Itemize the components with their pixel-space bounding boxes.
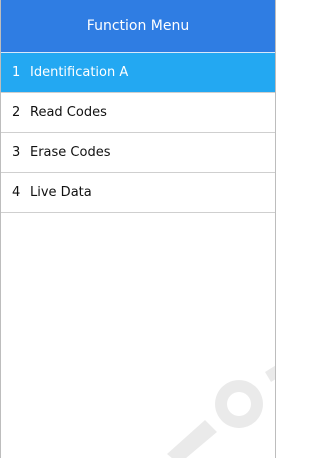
watermark-graphic — [167, 365, 275, 458]
menu-item-number: 2 — [12, 105, 21, 120]
function-menu-screen: Function Menu 1 Identification A 2 Read … — [0, 0, 276, 458]
function-menu-header: Function Menu — [1, 0, 275, 53]
menu-item-erase-codes[interactable]: 3 Erase Codes — [1, 133, 275, 173]
function-menu-list: 1 Identification A 2 Read Codes 3 Erase … — [1, 53, 275, 213]
menu-item-read-codes[interactable]: 2 Read Codes — [1, 93, 275, 133]
menu-item-label: Read Codes — [30, 105, 107, 120]
menu-item-number: 1 — [12, 65, 21, 80]
menu-item-live-data[interactable]: 4 Live Data — [1, 173, 275, 213]
menu-item-identification-a[interactable]: 1 Identification A — [1, 53, 275, 93]
page-title: Function Menu — [86, 18, 190, 34]
menu-item-label: Live Data — [30, 185, 92, 200]
menu-item-number: 4 — [12, 185, 21, 200]
menu-item-label: Erase Codes — [30, 145, 111, 160]
menu-item-label: Identification A — [30, 65, 129, 80]
menu-item-number: 3 — [12, 145, 21, 160]
